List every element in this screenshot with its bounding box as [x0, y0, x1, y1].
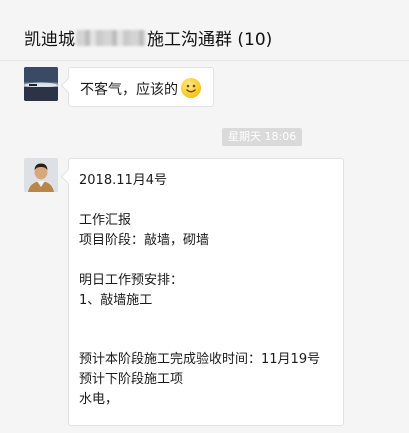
message-bubble[interactable]: 不客气，应该的	[68, 67, 214, 107]
report-line: 工作汇报	[79, 213, 132, 228]
redacted-text-blur	[76, 29, 146, 46]
avatar[interactable]	[24, 67, 58, 101]
chat-title[interactable]: 凯迪城 施工沟通群 (10)	[24, 25, 272, 50]
report-line: 预计本阶段施工完成验收时间：11月19号	[79, 352, 321, 367]
report-line: 2018.11月4号	[79, 173, 168, 188]
report-line: 水电，	[79, 392, 119, 407]
report-line: 项目阶段：敲墙，砌墙	[79, 233, 210, 248]
chat-header: 凯迪城 施工沟通群 (10)	[0, 0, 409, 61]
chat-title-prefix: 凯迪城	[24, 30, 75, 50]
message-text: 不客气，应该的	[80, 82, 178, 98]
smile-emoji-icon	[181, 78, 201, 98]
message-timestamp: 星期天 18:06	[222, 128, 303, 146]
report-line: 1、敲墙施工	[79, 293, 153, 308]
message-bubble[interactable]: 2018.11月4号 工作汇报 项目阶段：敲墙，砌墙 明日工作预安排： 1、敲墙…	[68, 158, 344, 426]
chat-title-suffix: 施工沟通群 (10)	[147, 30, 273, 50]
report-line: 预计下阶段施工项	[79, 372, 184, 387]
avatar[interactable]	[24, 158, 58, 192]
report-line: 明日工作预安排：	[79, 273, 184, 288]
